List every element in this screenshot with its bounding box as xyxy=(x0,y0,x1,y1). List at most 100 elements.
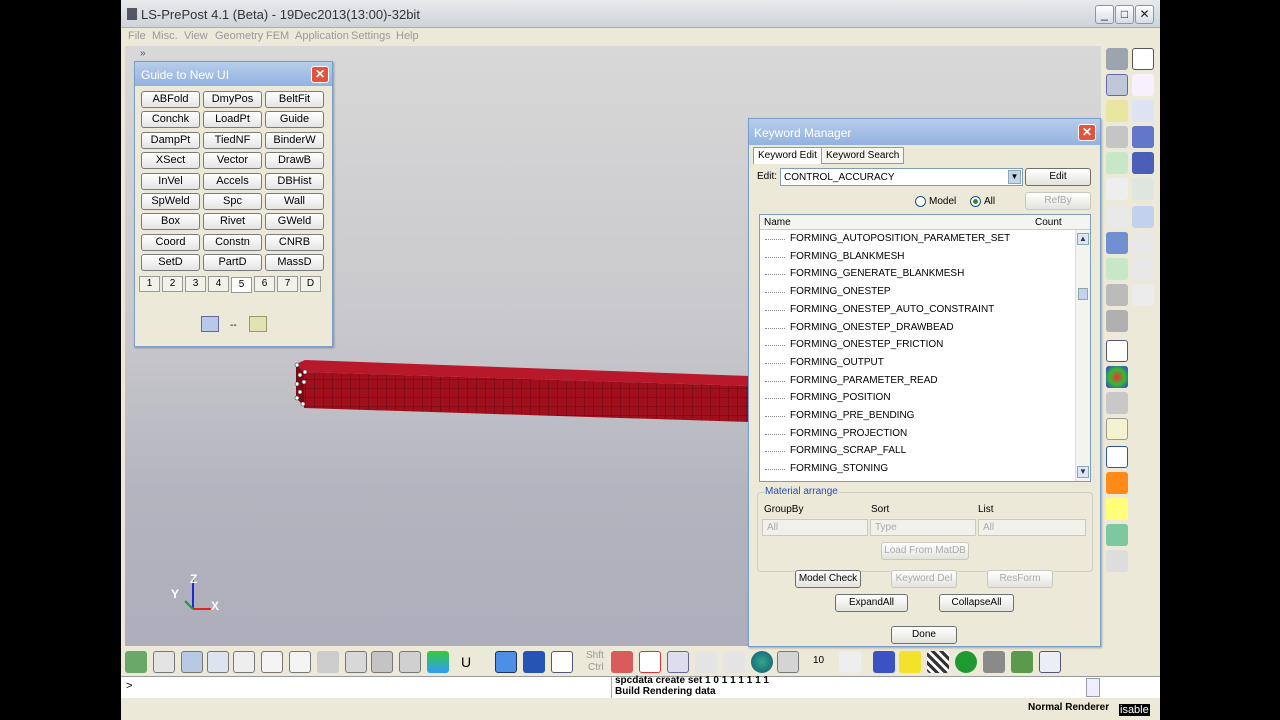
rotate-icon[interactable] xyxy=(695,651,717,673)
points-icon[interactable] xyxy=(317,651,339,673)
guide-tab[interactable]: 2 xyxy=(162,276,183,292)
axis-icon[interactable] xyxy=(839,651,861,673)
spark-icon[interactable] xyxy=(1106,100,1128,122)
brush-icon[interactable] xyxy=(611,651,633,673)
guide-button[interactable]: TiedNF xyxy=(203,131,262,149)
guide-button[interactable]: Guide xyxy=(265,111,324,129)
menu-geometry[interactable]: Geometry xyxy=(215,30,263,42)
plus-icon[interactable] xyxy=(639,651,661,673)
model-check-button[interactable]: Model Check xyxy=(795,570,861,588)
cube-icon[interactable] xyxy=(1106,232,1128,254)
solid-icon[interactable] xyxy=(1132,126,1154,148)
check-list-icon[interactable] xyxy=(1106,258,1128,280)
grid-icon[interactable] xyxy=(1132,232,1154,254)
wire-cube-icon[interactable] xyxy=(551,651,573,673)
menu-help[interactable]: Help xyxy=(396,30,419,42)
page-icon[interactable] xyxy=(1132,48,1154,70)
guide-button[interactable]: ABFold xyxy=(141,91,200,108)
list-item[interactable]: FORMING_BLANKMESH xyxy=(790,251,904,262)
surface-icon[interactable] xyxy=(1132,100,1154,122)
tab-keyword-edit[interactable]: Keyword Edit xyxy=(753,147,822,164)
keyword-select[interactable]: CONTROL_ACCURACY ▼ xyxy=(780,168,1023,186)
menu-application[interactable]: Application xyxy=(295,30,349,42)
guide-tab[interactable]: 7 xyxy=(277,276,298,292)
settings-icon[interactable] xyxy=(1106,126,1128,148)
groupby-select[interactable]: All xyxy=(762,519,868,536)
load-matdb-button[interactable]: Load From MatDB xyxy=(881,542,969,560)
scroll-up-icon[interactable]: ▲ xyxy=(1077,233,1089,245)
scroll-thumb[interactable] xyxy=(1078,288,1088,300)
list-item[interactable]: FORMING_PROJECTION xyxy=(790,428,907,439)
pointer-icon[interactable] xyxy=(1106,392,1128,414)
guide-button[interactable]: BeltFit xyxy=(265,91,324,108)
guide-button[interactable]: LoadPt xyxy=(203,111,262,129)
solid-cube-icon[interactable] xyxy=(523,651,545,673)
list-item[interactable]: FORMING_AUTOPOSITION_PARAMETER_SET xyxy=(790,233,1010,244)
menu-view[interactable]: View xyxy=(184,30,208,42)
triangle-icon[interactable] xyxy=(1106,550,1128,572)
guide-close-button[interactable]: ✕ xyxy=(311,66,329,83)
feature-icon[interactable] xyxy=(233,651,255,673)
collapse-all-button[interactable]: CollapseAll xyxy=(939,594,1014,612)
guide-button[interactable]: CNRB xyxy=(265,233,324,251)
fringe-icon[interactable] xyxy=(427,651,449,673)
window-icon[interactable] xyxy=(1106,340,1128,362)
sphere-icon[interactable] xyxy=(1106,310,1128,332)
clock-icon[interactable] xyxy=(723,651,745,673)
list-scrollbar[interactable]: ▲ ▼ xyxy=(1075,230,1090,481)
close-window-button[interactable]: ✕ xyxy=(1135,5,1154,24)
resform-button[interactable]: ResForm xyxy=(987,570,1053,588)
guide-button[interactable]: Vector xyxy=(203,152,262,170)
table-icon[interactable] xyxy=(1132,206,1154,228)
list-item[interactable]: FORMING_SCRAP_FALL xyxy=(790,445,906,456)
keyword-del-button[interactable]: Keyword Del xyxy=(891,570,957,588)
zoom-icon[interactable] xyxy=(667,651,689,673)
sort-select[interactable]: Type xyxy=(870,519,976,536)
menu-misc[interactable]: Misc. xyxy=(152,30,178,42)
check-icon[interactable] xyxy=(1106,152,1128,174)
list-item[interactable]: FORMING_ONESTEP_AUTO_CONSTRAINT xyxy=(790,304,994,315)
mesh-tool-icon[interactable] xyxy=(1132,258,1154,280)
hidden-icon[interactable] xyxy=(207,651,229,673)
list-item[interactable]: FORMING_OUTPUT xyxy=(790,357,884,368)
box-icon[interactable] xyxy=(1132,152,1154,174)
comment-icon[interactable] xyxy=(1106,418,1128,440)
tab-keyword-search[interactable]: Keyword Search xyxy=(821,147,905,164)
guide-button[interactable]: MassD xyxy=(265,254,324,272)
list-item[interactable]: FORMING_POSITION xyxy=(790,392,891,403)
guide-button[interactable]: Box xyxy=(141,213,200,231)
guide-button[interactable]: DmyPos xyxy=(203,91,262,108)
monitor-icon[interactable] xyxy=(1039,651,1061,673)
grid-view-icon[interactable] xyxy=(371,651,393,673)
guide-button[interactable]: BinderW xyxy=(265,131,324,149)
list-item[interactable]: FORMING_PARAMETER_READ xyxy=(790,375,938,386)
keyword-list[interactable]: Name Count FORMING_AUTOPOSITION_PARAMETE… xyxy=(759,214,1091,482)
guide-button[interactable]: Conchk xyxy=(141,111,200,129)
guide-tab[interactable]: 1 xyxy=(139,276,160,292)
history-scrollbar[interactable] xyxy=(1086,678,1100,697)
guide-button[interactable]: SpWeld xyxy=(141,193,200,210)
mesh-view-icon[interactable] xyxy=(345,651,367,673)
bulb-icon[interactable] xyxy=(1106,498,1128,520)
guide-button[interactable]: DrawB xyxy=(265,152,324,170)
guide-button[interactable]: Accels xyxy=(203,172,262,190)
radio-model[interactable] xyxy=(915,196,926,207)
mesh-icon[interactable] xyxy=(1132,178,1154,200)
guide-button[interactable]: Wall xyxy=(265,193,324,210)
gears-run-icon[interactable] xyxy=(983,651,1005,673)
guide-tab[interactable]: 3 xyxy=(185,276,206,292)
menu-fem[interactable]: FEM xyxy=(266,30,289,42)
command-input[interactable] xyxy=(137,677,607,698)
list-item[interactable]: FORMING_ONESTEP xyxy=(790,286,891,297)
list-item[interactable]: FORMING_GENERATE_BLANKMESH xyxy=(790,268,964,279)
curve-icon[interactable] xyxy=(1132,74,1154,96)
gears-icon[interactable] xyxy=(1106,48,1128,70)
list-item[interactable]: FORMING_PRE_BENDING xyxy=(790,410,914,421)
list-select[interactable]: All xyxy=(978,519,1086,536)
km-close-button[interactable]: ✕ xyxy=(1078,124,1096,141)
list-item[interactable]: FORMING_STONING xyxy=(790,463,888,474)
guide-button[interactable]: Coord xyxy=(141,233,200,251)
globe-icon[interactable] xyxy=(751,651,773,673)
minimize-button[interactable]: _ xyxy=(1095,5,1114,24)
expand-all-button[interactable]: ExpandAll xyxy=(835,594,908,612)
